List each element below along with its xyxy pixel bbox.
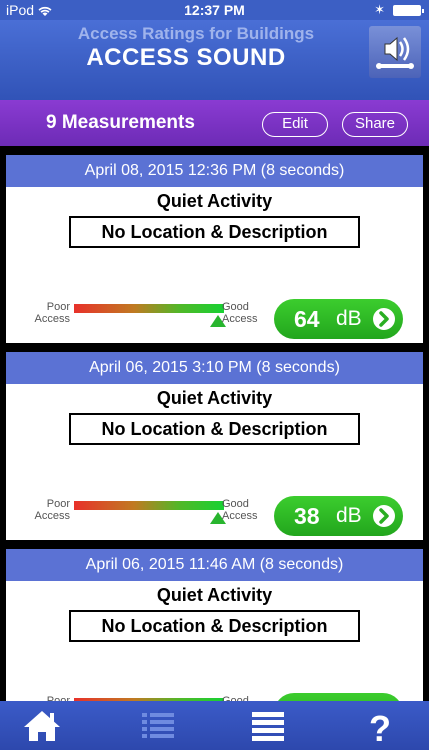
help-icon: ?: [369, 708, 391, 749]
poor-access-label: PoorAccess: [34, 301, 70, 325]
list-icon: [142, 713, 174, 738]
decibel-unit: dB: [336, 307, 362, 330]
tab-menu[interactable]: [238, 705, 298, 747]
measurement-activity: Quiet Activity: [156, 191, 273, 211]
measurement-count: 9 Measurements: [46, 112, 195, 133]
access-meter: PoorAccess GoodAccess: [6, 689, 266, 701]
measurement-date: April 06, 2015 3:10 PM (8 seconds): [6, 352, 423, 384]
battery-icon: [393, 5, 424, 16]
bluetooth-icon: ✶: [374, 2, 385, 17]
measurement-card[interactable]: April 08, 2015 12:36 PM (8 seconds) Quie…: [6, 155, 423, 343]
speaker-icon: [376, 36, 414, 69]
app-subtitle: Access Ratings for Buildings: [77, 24, 315, 43]
decibel-button[interactable]: 38 dB: [274, 496, 403, 536]
tab-home[interactable]: [12, 705, 72, 747]
good-access-label: GoodAccess: [222, 498, 258, 522]
chevron-right-icon: [373, 505, 395, 527]
measurement-date: April 08, 2015 12:36 PM (8 seconds): [6, 155, 423, 187]
poor-access-label: PoorAccess: [34, 498, 70, 522]
measurement-activity: Quiet Activity: [156, 388, 273, 408]
decibel-value: 64: [294, 306, 320, 332]
edit-button[interactable]: Edit: [262, 112, 328, 137]
svg-text:?: ?: [369, 708, 391, 747]
measurements-toolbar: 9 Measurements Edit Share: [0, 100, 429, 146]
decibel-button[interactable]: 64 dB: [274, 299, 403, 339]
app-header: Access Ratings for Buildings ACCESS SOUN…: [0, 20, 429, 100]
status-time: 12:37 PM: [184, 2, 245, 18]
share-button[interactable]: Share: [342, 112, 408, 137]
access-meter: PoorAccess GoodAccess: [6, 295, 266, 335]
measurement-card[interactable]: April 06, 2015 11:46 AM (8 seconds) Quie…: [6, 549, 423, 701]
measurement-location: No Location & Description: [69, 610, 360, 642]
decibel-value: 38: [294, 503, 320, 529]
menu-icon: [252, 712, 284, 741]
decibel-button[interactable]: [274, 693, 403, 701]
app-title: ACCESS SOUND: [86, 44, 286, 71]
measurement-date: April 06, 2015 11:46 AM (8 seconds): [6, 549, 423, 581]
speaker-button[interactable]: [369, 26, 421, 78]
access-gradient-bar: [74, 304, 224, 313]
decibel-unit: dB: [336, 504, 362, 527]
measurement-list[interactable]: April 08, 2015 12:36 PM (8 seconds) Quie…: [0, 146, 429, 701]
measurement-card[interactable]: April 06, 2015 3:10 PM (8 seconds) Quiet…: [6, 352, 423, 540]
tab-bar: ?: [0, 701, 429, 750]
tab-list[interactable]: [128, 705, 188, 747]
tab-help[interactable]: ?: [350, 705, 410, 749]
measurement-location: No Location & Description: [69, 413, 360, 445]
home-icon: [24, 711, 60, 741]
chevron-right-icon: [373, 308, 395, 330]
measurement-activity: Quiet Activity: [156, 585, 273, 605]
good-access-label: GoodAccess: [222, 301, 258, 325]
measurement-location: No Location & Description: [69, 216, 360, 248]
access-meter: PoorAccess GoodAccess: [6, 492, 266, 532]
status-bar: iPod 12:37 PM ✶: [0, 0, 429, 20]
access-gradient-bar: [74, 501, 224, 510]
